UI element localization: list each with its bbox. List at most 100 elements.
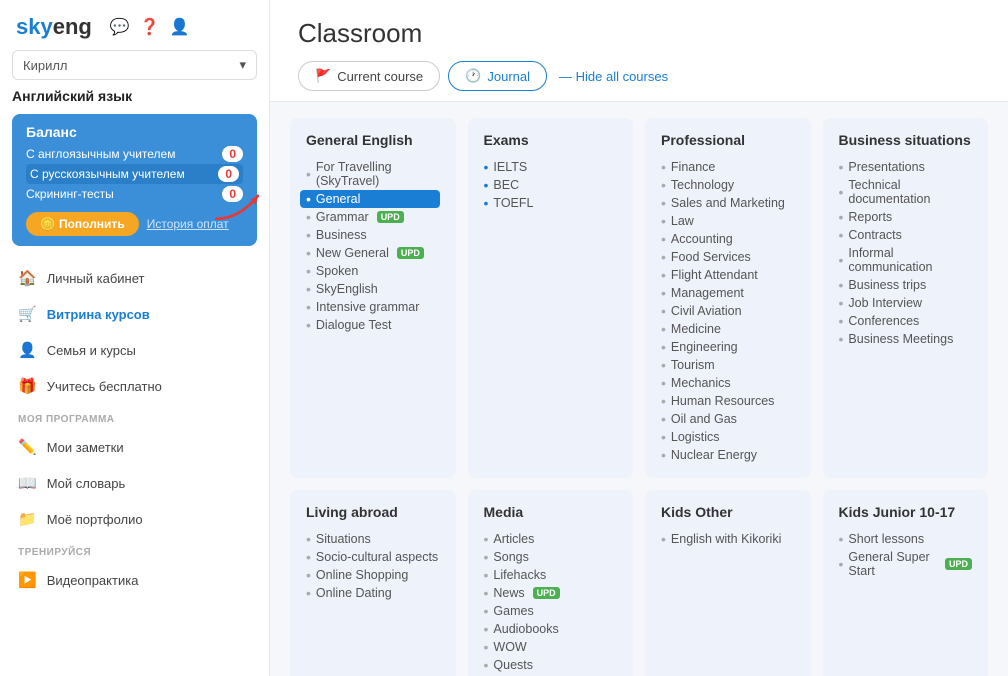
list-item[interactable]: TOEFL [484,194,618,212]
list-item[interactable]: Intensive grammar [306,298,440,316]
sidebar-item-video[interactable]: ▶️ Видеопрактика [0,562,269,598]
list-item[interactable]: Logistics [661,428,795,446]
list-item[interactable]: Finance [661,158,795,176]
list-item[interactable]: WOW [484,638,618,656]
course-list-7: Short lessonsGeneral Super StartUPD [839,530,973,580]
sidebar-item-portfolio[interactable]: 📁 Моё портфолио [0,501,269,537]
list-item[interactable]: Socio-cultural aspects [306,548,440,566]
list-item[interactable]: Management [661,284,795,302]
list-item[interactable]: General Super StartUPD [839,548,973,580]
sidebar-item-portfolio-label: Моё портфолио [47,512,143,527]
list-item[interactable]: Songs [484,548,618,566]
list-item[interactable]: Business Meetings [839,330,973,348]
list-item[interactable]: Law [661,212,795,230]
chat-icon[interactable]: 💬 [110,17,130,37]
list-item[interactable]: Lifehacks [484,566,618,584]
list-item[interactable]: New GeneralUPD [306,244,440,262]
user-dropdown[interactable]: Кирилл ▾ [12,50,257,80]
main-toolbar: 🚩 Current course 🕐 Journal — Hide all co… [298,61,980,91]
list-item[interactable]: Quests [484,656,618,674]
list-item[interactable]: Flight Attendant [661,266,795,284]
logo-icons: 💬 ❓ 👤 [110,17,190,37]
red-arrow-icon [212,186,267,224]
course-card-1: ExamsIELTSBECTOEFL [468,118,634,478]
list-item[interactable]: Spoken [306,262,440,280]
list-item[interactable]: Business [306,226,440,244]
current-course-label: Current course [337,69,423,84]
sidebar-item-notes[interactable]: ✏️ Мои заметки [0,429,269,465]
home-icon: 🏠 [18,269,37,287]
chevron-down-icon: ▾ [239,57,246,73]
list-item[interactable]: Dialogue Test [306,316,440,334]
list-item[interactable]: Audiobooks [484,620,618,638]
list-item[interactable]: Reports [839,208,973,226]
list-item[interactable]: Civil Aviation [661,302,795,320]
list-item[interactable]: Tourism [661,356,795,374]
course-card-7: Kids Junior 10-17Short lessonsGeneral Su… [823,490,989,676]
list-item[interactable]: General [300,190,440,208]
list-item[interactable]: Job Interview [839,294,973,312]
fill-balance-button[interactable]: 🪙 Пополнить [26,212,139,236]
list-item[interactable]: SkyEnglish [306,280,440,298]
course-list-5: ArticlesSongsLifehacksNewsUPDGamesAudiob… [484,530,618,676]
list-item[interactable]: Accounting [661,230,795,248]
sidebar-item-family[interactable]: 👤 Семья и курсы [0,332,269,368]
balance-box: Баланс С англоязычным учителем 0 С русск… [12,114,257,246]
list-item[interactable]: Online Dating [306,584,440,602]
logo: skyeng [16,14,92,40]
list-item[interactable]: NewsUPD [484,584,618,602]
course-card-5: Media ArticlesSongsLifehacksNewsUPDGamesA… [468,490,634,676]
list-item[interactable]: Conferences [839,312,973,330]
list-item[interactable]: Nuclear Energy [661,446,795,464]
help-icon[interactable]: ❓ [140,17,160,37]
sidebar-item-personal-label: Личный кабинет [47,271,145,286]
gift-icon: 🎁 [18,377,37,395]
list-item[interactable]: English with Kikoriki [661,530,795,548]
list-item[interactable]: Engineering [661,338,795,356]
sidebar-item-courses[interactable]: 🛒 Витрина курсов [0,296,269,332]
list-item[interactable]: Situations [306,530,440,548]
list-item[interactable]: Human Resources [661,392,795,410]
journal-button[interactable]: 🕐 Journal [448,61,547,91]
list-item[interactable]: Mechanics [661,374,795,392]
my-program-section: МОЯ ПРОГРАММА [0,404,269,429]
list-item[interactable]: Articles [484,530,618,548]
balance-label-1: С русскоязычным учителем [30,167,185,181]
list-item[interactable]: Presentations [839,158,973,176]
username: Кирилл [23,58,68,73]
course-list-4: SituationsSocio-cultural aspectsOnline S… [306,530,440,602]
badge-upd: UPD [533,587,560,599]
list-item[interactable]: GrammarUPD [306,208,440,226]
list-item[interactable]: IELTS [484,158,618,176]
logo-text: skyeng [16,14,92,39]
list-item[interactable]: Online Shopping [306,566,440,584]
badge-upd: UPD [397,247,424,259]
list-item[interactable]: Short lessons [839,530,973,548]
list-item[interactable]: Games [484,602,618,620]
sidebar-item-dictionary[interactable]: 📖 Мой словарь [0,465,269,501]
list-item[interactable]: Contracts [839,226,973,244]
list-item[interactable]: Business trips [839,276,973,294]
main-header: Classroom 🚩 Current course 🕐 Journal — H… [270,0,1008,102]
dictionary-icon: 📖 [18,474,37,492]
user-icon[interactable]: 👤 [170,17,190,37]
balance-val-0: 0 [222,146,243,162]
list-item[interactable]: Oil and Gas [661,410,795,428]
hide-all-courses-link[interactable]: — Hide all courses [559,69,668,84]
list-item[interactable]: Food Services [661,248,795,266]
language-label: Английский язык [0,80,269,104]
course-title-5: Media [484,504,618,520]
sidebar-item-free[interactable]: 🎁 Учитесь бесплатно [0,368,269,404]
list-item[interactable]: Technical documentation [839,176,973,208]
list-item[interactable]: For Travelling (SkyTravel) [306,158,440,190]
current-course-button[interactable]: 🚩 Current course [298,61,440,91]
badge-upd: UPD [377,211,404,223]
list-item[interactable]: Medicine [661,320,795,338]
list-item[interactable]: Informal communication [839,244,973,276]
list-item[interactable]: BEC [484,176,618,194]
sidebar-nav: 🏠 Личный кабинет 🛒 Витрина курсов 👤 Семь… [0,256,269,602]
course-title-3: Business situations [839,132,973,148]
list-item[interactable]: Sales and Marketing [661,194,795,212]
list-item[interactable]: Technology [661,176,795,194]
sidebar-item-personal[interactable]: 🏠 Личный кабинет [0,260,269,296]
